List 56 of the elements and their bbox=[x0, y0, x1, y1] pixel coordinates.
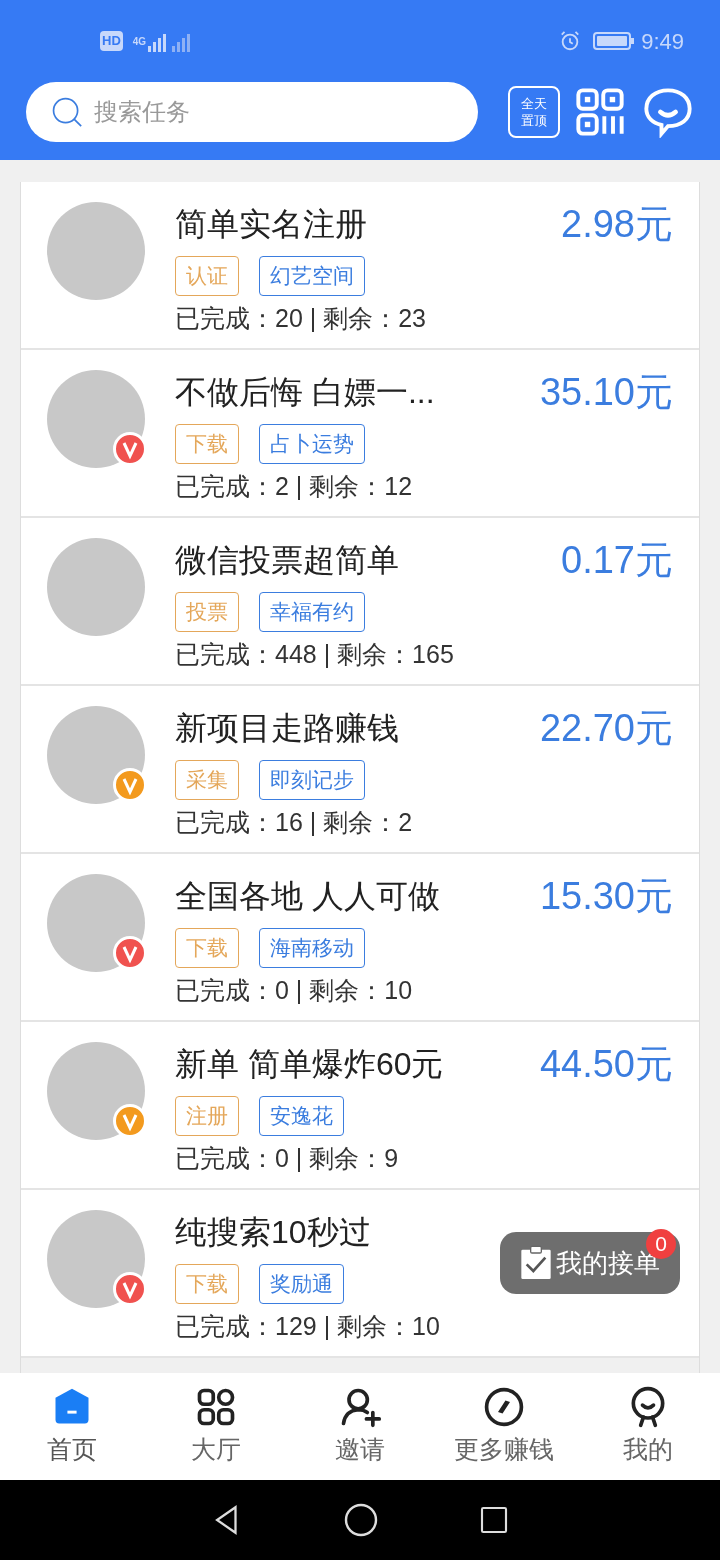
task-title: 纯搜索10秒过 bbox=[175, 1213, 371, 1252]
nav-tab[interactable]: 我的 bbox=[576, 1373, 720, 1480]
merchant-tag: 即刻记步 bbox=[259, 760, 365, 800]
search-field[interactable]: 搜索任务 bbox=[26, 82, 478, 142]
task-type-tag: 投票 bbox=[175, 592, 239, 632]
task-stats: 已完成：2 | 剩余：12 bbox=[175, 471, 414, 502]
merchant-tag: 海南移动 bbox=[259, 928, 365, 968]
battery-icon bbox=[593, 31, 636, 51]
task-stats: 已完成：16 | 剩余：2 bbox=[175, 807, 414, 838]
hd-indicator: HD bbox=[100, 31, 123, 51]
nav-tab[interactable]: 更多赚钱 bbox=[432, 1373, 576, 1480]
task-price: 35.10元 bbox=[539, 370, 673, 414]
task-price: 44.50元 bbox=[539, 1042, 673, 1086]
network-type: 4G bbox=[132, 34, 147, 49]
task-card[interactable]: 新项目走路赚钱 22.70元 采集 即刻记步 已完成：16 | 剩余：2 bbox=[21, 686, 699, 854]
merchant-tag: 奖励通 bbox=[259, 1264, 344, 1304]
task-type-tag: 下载 bbox=[175, 424, 239, 464]
task-price: 15.30元 bbox=[539, 874, 673, 918]
task-title: 简单实名注册 bbox=[175, 205, 367, 244]
home-circle-icon[interactable] bbox=[343, 1502, 379, 1538]
qr-code-icon[interactable] bbox=[574, 86, 626, 138]
task-stats: 已完成：448 | 剩余：165 bbox=[175, 639, 455, 670]
clipboard-check-icon bbox=[520, 1245, 552, 1281]
merchant-tag: 幻艺空间 bbox=[259, 256, 365, 296]
nav-tab[interactable]: 邀请 bbox=[288, 1373, 432, 1480]
task-card[interactable]: 全国各地 人人可做 15.30元 下载 海南移动 已完成：0 | 剩余：10 bbox=[21, 854, 699, 1022]
task-price: 22.70元 bbox=[539, 706, 673, 750]
task-stats: 已完成：0 | 剩余：10 bbox=[175, 975, 414, 1006]
merchant-tag: 幸福有约 bbox=[259, 592, 365, 632]
task-card[interactable]: 不做后悔 白嫖一... 35.10元 下载 占卜运势 已完成：2 | 剩余：12 bbox=[21, 350, 699, 518]
task-price: 0.17元 bbox=[561, 538, 673, 582]
merchant-tag: 安逸花 bbox=[259, 1096, 344, 1136]
task-type-tag: 认证 bbox=[175, 256, 239, 296]
search-icon bbox=[50, 95, 84, 129]
task-title: 全国各地 人人可做 bbox=[175, 877, 440, 916]
task-stats: 已完成：129 | 剩余：10 bbox=[175, 1311, 441, 1342]
merchant-tag: 占卜运势 bbox=[259, 424, 365, 464]
task-title: 新单 简单爆炸60元 bbox=[175, 1045, 444, 1084]
chat-bubble-icon[interactable] bbox=[642, 86, 694, 138]
task-card[interactable]: 简单实名注册 2.98元 认证 幻艺空间 已完成：20 | 剩余：23 bbox=[21, 182, 699, 350]
task-type-tag: 采集 bbox=[175, 760, 239, 800]
task-card[interactable]: 微信投票超简单 0.17元 投票 幸福有约 已完成：448 | 剩余：165 bbox=[21, 518, 699, 686]
clock-time: 9:49 bbox=[641, 27, 684, 56]
nav-tab[interactable]: 首页 bbox=[0, 1373, 144, 1480]
task-stats: 已完成：0 | 剩余：9 bbox=[175, 1143, 400, 1174]
task-card[interactable]: 新单 简单爆炸60元 44.50元 注册 安逸花 已完成：0 | 剩余：9 bbox=[21, 1022, 699, 1190]
pin-all-day-button[interactable]: 全天置顶 bbox=[508, 86, 560, 138]
task-title: 不做后悔 白嫖一... bbox=[175, 373, 435, 412]
task-title: 新项目走路赚钱 bbox=[175, 709, 399, 748]
task-title: 微信投票超简单 bbox=[175, 541, 399, 580]
task-type-tag: 下载 bbox=[175, 928, 239, 968]
task-stats: 已完成：20 | 剩余：23 bbox=[175, 303, 427, 334]
nav-tab[interactable]: 大厅 bbox=[144, 1373, 288, 1480]
task-price: 2.98元 bbox=[561, 202, 673, 246]
task-type-tag: 下载 bbox=[175, 1264, 239, 1304]
task-type-tag: 注册 bbox=[175, 1096, 239, 1136]
